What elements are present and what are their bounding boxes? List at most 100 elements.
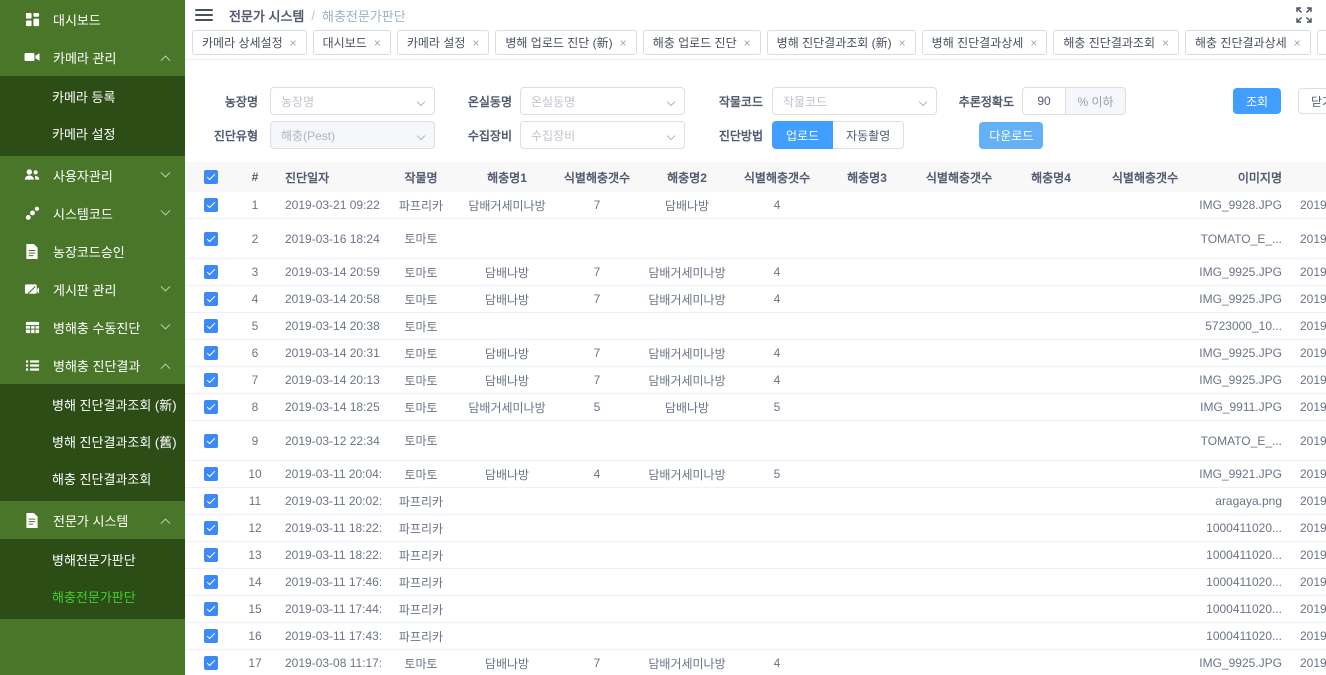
row-checkbox[interactable] [204,198,218,212]
chevron-down-icon [417,98,425,106]
cell-no: 14 [237,575,273,589]
chevron-down-icon [667,132,675,140]
method-autocapture-button[interactable]: 자동촬영 [833,121,904,149]
camera-icon [24,49,40,65]
sidebar-item-camera-management[interactable]: 카메라 관리 [0,38,185,76]
method-upload-button[interactable]: 업로드 [772,121,833,149]
cell-count1: 7 [553,292,641,306]
column-header: 작물명 [381,169,461,186]
tab[interactable]: 해충 진단결과상세× [1185,30,1311,55]
fullscreen-icon[interactable] [1296,7,1312,23]
cell-no: 3 [237,265,273,279]
cell-crop: 토마토 [381,399,461,416]
cell-count1: 4 [553,467,641,481]
cell-date: 2019-03-14 20:59:38 [273,265,381,279]
tab[interactable]: 병해 진단결과상세× [922,30,1048,55]
sidebar-subitem[interactable]: 병해 진단결과조회 (舊) [0,424,185,461]
cell-no: 15 [237,602,273,616]
cell-no: 6 [237,346,273,360]
row-checkbox[interactable] [204,602,218,616]
table-row: 92019-03-12 22:34:44토마토TOMATO_E_...2019 [185,421,1326,461]
download-button[interactable]: 다운로드 [979,122,1043,149]
greenhouse-select[interactable]: 온실동명 [520,87,685,115]
column-header: 해충명2 [641,169,733,186]
sidebar-subitem[interactable]: 해충전문가판단 [0,579,185,616]
row-checkbox[interactable] [204,373,218,387]
table-row: 72019-03-14 20:13:53토마토담배나방7담배거세미나방4IMG_… [185,367,1326,394]
crop-code-select[interactable]: 작물코드 [772,87,937,115]
table-row: 82019-03-14 18:25:32토마토담배거세미나방5담배나방5IMG_… [185,394,1326,421]
cell-select [185,319,237,334]
sidebar-item-pest-manual-diagnosis[interactable]: 병해충 수동진단 [0,308,185,346]
cell-crop: 토마토 [381,230,461,247]
sidebar-item-dashboard[interactable]: 대시보드 [0,0,185,38]
sidebar-item-farm-code-approval[interactable]: 농장코드승인 [0,232,185,270]
sidebar: 대시보드카메라 관리카메라 등록카메라 설정사용자관리시스템코드농장코드승인게시… [0,0,185,675]
close-icon[interactable]: × [374,36,381,50]
sidebar-subitem[interactable]: 카메라 설정 [0,116,185,153]
row-checkbox[interactable] [204,494,218,508]
row-checkbox[interactable] [204,548,218,562]
close-icon[interactable]: × [1030,36,1037,50]
close-button[interactable]: 닫기 [1298,88,1326,114]
cell-date: 2019-03-11 17:46:58 [273,575,381,589]
tab[interactable]: 카메라 상세설정× [192,30,307,55]
row-checkbox[interactable] [204,346,218,360]
cell-select [185,400,237,415]
select-all-checkbox[interactable] [204,170,218,184]
close-icon[interactable]: × [1162,36,1169,50]
row-checkbox[interactable] [204,232,218,246]
tab[interactable]: 카메라 설정× [397,30,490,55]
tab[interactable]: 병해 진단결과조회 (新)× [767,30,916,55]
row-checkbox[interactable] [204,629,218,643]
sidebar-item-pest-diagnosis-results[interactable]: 병해충 진단결과 [0,346,185,384]
cell-count1: 7 [553,656,641,670]
sidebar-item-expert-system[interactable]: 전문가 시스템 [0,501,185,539]
sidebar-item-user-management[interactable]: 사용자관리 [0,156,185,194]
accuracy-input[interactable] [1022,87,1066,115]
search-button[interactable]: 조회 [1233,88,1281,114]
crop-code-label: 작물코드 [712,93,763,110]
cell-count2: 4 [733,198,821,212]
cell-image: IMG_9911.JPG [1193,400,1290,414]
sidebar-subitem[interactable]: 해충 진단결과조회 [0,461,185,498]
close-icon[interactable]: × [620,36,627,50]
sidebar-subitem[interactable]: 병해 진단결과조회 (新) [0,387,185,424]
table-row: 132019-03-11 18:22:03파프리카1000411020...20… [185,542,1326,569]
breadcrumb-parent[interactable]: 전문가 시스템 [229,6,304,25]
sidebar-submenu-pest-diagnosis-results: 병해 진단결과조회 (新)병해 진단결과조회 (舊)해충 진단결과조회 [0,384,185,501]
row-checkbox[interactable] [204,434,218,448]
farm-name-select[interactable]: 농장명 [270,87,435,115]
row-checkbox[interactable] [204,521,218,535]
tab[interactable]: 병해 업로드 진단 (新)× [495,30,636,55]
cell-no: 9 [237,434,273,448]
tab[interactable]: 병해전문가판단× [1317,30,1326,55]
row-checkbox[interactable] [204,400,218,414]
row-checkbox[interactable] [204,656,218,670]
row-checkbox[interactable] [204,292,218,306]
cell-count1: 7 [553,265,641,279]
cell-pest2: 담배거세미나방 [641,655,733,672]
sidebar-item-system-code[interactable]: 시스템코드 [0,194,185,232]
close-icon[interactable]: × [899,36,906,50]
tab[interactable]: 대시보드× [313,30,391,55]
close-icon[interactable]: × [1294,36,1301,50]
cell-date: 2019-03-12 22:34:44 [273,434,381,448]
device-select[interactable]: 수집장비 [520,121,685,149]
close-icon[interactable]: × [290,36,297,50]
row-checkbox[interactable] [204,575,218,589]
sidebar-item-board-management[interactable]: 게시판 관리 [0,270,185,308]
cell-no: 7 [237,373,273,387]
row-checkbox[interactable] [204,319,218,333]
close-icon[interactable]: × [744,36,751,50]
sidebar-subitem[interactable]: 카메라 등록 [0,79,185,116]
hamburger-menu-icon[interactable] [195,9,213,21]
cell-image: IMG_9925.JPG [1193,292,1290,306]
sidebar-item-label: 전문가 시스템 [53,511,128,530]
tab[interactable]: 해충 진단결과조회× [1053,30,1179,55]
row-checkbox[interactable] [204,467,218,481]
close-icon[interactable]: × [472,36,479,50]
sidebar-subitem[interactable]: 병해전문가판단 [0,542,185,579]
tab[interactable]: 해충 업로드 진단× [643,30,761,55]
row-checkbox[interactable] [204,265,218,279]
